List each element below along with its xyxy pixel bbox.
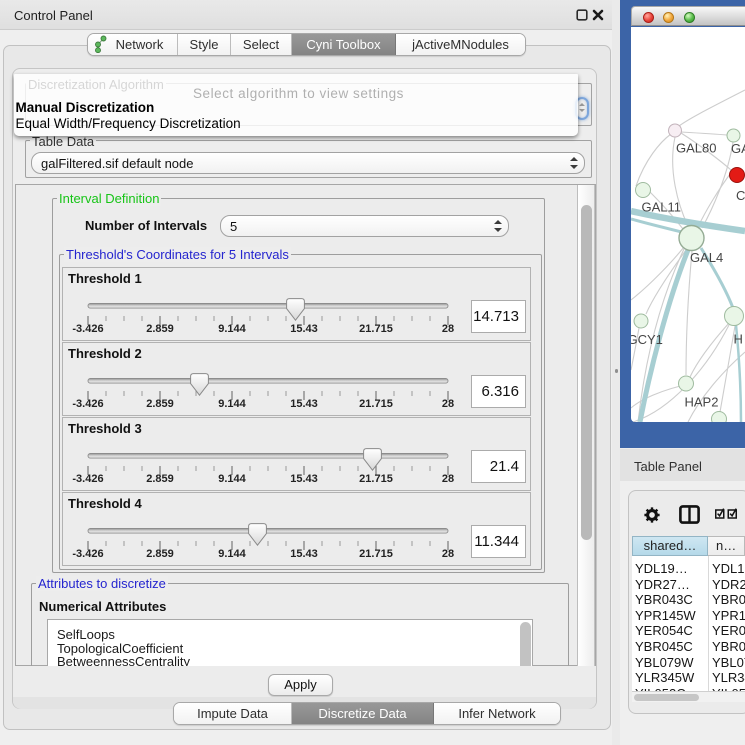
svg-text:GAL80: GAL80 xyxy=(676,141,716,156)
svg-text:GAL4: GAL4 xyxy=(690,250,723,265)
svg-text:H: H xyxy=(734,332,743,347)
svg-text:GAL11: GAL11 xyxy=(642,200,682,215)
svg-text:HAP2: HAP2 xyxy=(685,395,719,410)
svg-text:GA: GA xyxy=(731,141,745,156)
svg-text:C: C xyxy=(736,188,745,203)
svg-text:GCY1: GCY1 xyxy=(631,332,663,347)
